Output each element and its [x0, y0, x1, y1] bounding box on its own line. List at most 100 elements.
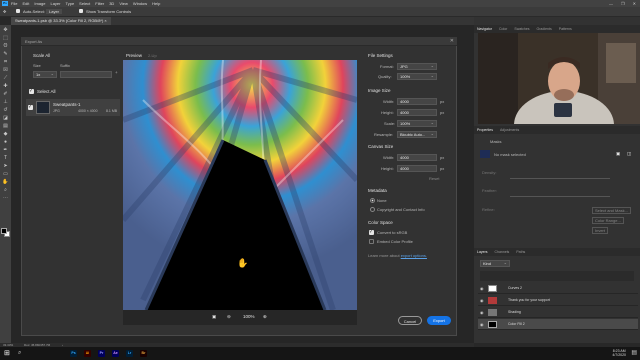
menu-image[interactable]: Image: [34, 1, 45, 6]
foreground-color-swatch[interactable]: [1, 228, 7, 234]
stamp-tool-icon[interactable]: ⊥: [2, 99, 9, 105]
invert-button[interactable]: Invert: [592, 227, 609, 234]
menu-filter[interactable]: Filter: [95, 1, 104, 6]
tab-channels[interactable]: Channels: [495, 250, 510, 254]
asset-checkbox[interactable]: [28, 104, 33, 110]
image-width-input[interactable]: 4000: [397, 98, 437, 105]
tab-swatches[interactable]: Swatches: [514, 27, 529, 31]
menu-edit[interactable]: Edit: [22, 1, 29, 6]
two-up-tab[interactable]: 2-Up: [148, 53, 157, 58]
brush-tool-icon[interactable]: ✐: [2, 91, 9, 97]
preview-tab[interactable]: Preview: [126, 53, 142, 58]
search-icon[interactable]: ⌕: [18, 350, 21, 357]
shape-tool-icon[interactable]: ▭: [2, 171, 9, 177]
gradient-tool-icon[interactable]: ▤: [2, 123, 9, 129]
resample-dropdown[interactable]: Bicubic Auto...: [397, 131, 437, 138]
eye-icon[interactable]: ◉: [480, 298, 484, 303]
taskbar-lightroom-icon[interactable]: Lr: [126, 350, 133, 357]
eraser-tool-icon[interactable]: ◪: [2, 115, 9, 121]
taskbar-illustrator-icon[interactable]: Ai: [84, 350, 91, 357]
layer-row-selected[interactable]: ◉ Color Fill 2: [478, 319, 638, 330]
menu-layer[interactable]: Layer: [50, 1, 60, 6]
suffix-input[interactable]: [60, 71, 112, 78]
zoom-in-icon[interactable]: ⊕: [263, 314, 267, 320]
taskbar-photoshop-icon[interactable]: Ps: [70, 350, 77, 357]
format-dropdown[interactable]: JPG: [397, 63, 437, 70]
layer-row[interactable]: ◉ Thank you for your support: [478, 295, 638, 306]
fit-screen-icon[interactable]: ▣: [212, 314, 216, 320]
menu-3d[interactable]: 3D: [109, 1, 114, 6]
eye-icon[interactable]: ◉: [480, 286, 484, 291]
path-select-tool-icon[interactable]: ➤: [2, 163, 9, 169]
more-tools-icon[interactable]: ⋯: [2, 195, 9, 201]
scale-size-dropdown[interactable]: 1x: [33, 71, 57, 78]
menu-type[interactable]: Type: [66, 1, 75, 6]
layer-row[interactable]: ◉ Shading: [478, 307, 638, 318]
system-clock[interactable]: 8:23 AM 4/7/2020: [612, 349, 626, 357]
taskbar-aftereffects-icon[interactable]: Ae: [112, 350, 119, 357]
density-slider[interactable]: [510, 178, 610, 179]
type-tool-icon[interactable]: T: [2, 155, 9, 161]
pen-tool-icon[interactable]: ✒: [2, 147, 9, 153]
quick-select-tool-icon[interactable]: ✎: [2, 51, 9, 57]
tab-navigator[interactable]: Navigator: [477, 27, 492, 31]
healing-tool-icon[interactable]: ✚: [2, 83, 9, 89]
reset-button[interactable]: Reset: [429, 176, 439, 181]
asset-row[interactable]: Sweatpants-1 JPG 4000 × 4000 8.1 MB: [26, 99, 120, 116]
canvas-width-input[interactable]: 4000: [397, 154, 437, 161]
lasso-tool-icon[interactable]: ʘ: [2, 43, 9, 49]
canvas-height-input[interactable]: 4000: [397, 165, 437, 172]
menu-help[interactable]: Help: [152, 1, 160, 6]
marquee-tool-icon[interactable]: ⬚: [2, 35, 9, 41]
frame-tool-icon[interactable]: ☒: [2, 67, 9, 73]
metadata-copyright-radio[interactable]: [370, 207, 375, 212]
maximize-button[interactable]: ❐: [621, 1, 625, 6]
document-tab[interactable]: Sweatpants-1.psb @ 33.3% (Color Fill 2, …: [11, 17, 111, 25]
quality-dropdown[interactable]: 100%: [397, 73, 437, 80]
export-button[interactable]: Export: [427, 316, 451, 325]
transform-controls-checkbox[interactable]: [79, 9, 83, 13]
metadata-none-radio[interactable]: [370, 198, 375, 203]
select-all-checkbox[interactable]: [29, 88, 34, 94]
menu-view[interactable]: View: [119, 1, 128, 6]
move-tool-icon[interactable]: ✥: [3, 9, 6, 14]
auto-select-dropdown[interactable]: Layer: [46, 9, 63, 14]
eye-icon[interactable]: ◉: [480, 310, 484, 315]
eyedropper-tool-icon[interactable]: ⟋: [2, 75, 9, 81]
zoom-out-icon[interactable]: ⊖: [227, 314, 231, 320]
tab-patterns[interactable]: Patterns: [559, 27, 572, 31]
taskbar-premiere-icon[interactable]: Pr: [98, 350, 105, 357]
menu-window[interactable]: Window: [133, 1, 147, 6]
export-options-link[interactable]: export options.: [401, 253, 427, 258]
tab-gradients[interactable]: Gradients: [537, 27, 552, 31]
hand-tool-icon[interactable]: ✋: [2, 179, 9, 185]
feather-slider[interactable]: [510, 196, 610, 197]
layer-row[interactable]: ◉ Curves 2: [478, 283, 638, 294]
history-brush-tool-icon[interactable]: ↺: [2, 107, 9, 113]
menu-select[interactable]: Select: [79, 1, 90, 6]
tab-paths[interactable]: Paths: [516, 250, 525, 254]
move-tool-icon[interactable]: ✥: [2, 27, 9, 33]
scale-dropdown[interactable]: 100%: [397, 120, 437, 127]
layer-filter-dropdown[interactable]: Kind: [480, 260, 510, 267]
tab-properties[interactable]: Properties: [477, 128, 493, 132]
convert-srgb-checkbox[interactable]: [369, 229, 374, 235]
tab-layers[interactable]: Layers: [477, 250, 488, 254]
embed-profile-checkbox[interactable]: [369, 239, 374, 244]
add-scale-icon[interactable]: +: [115, 70, 118, 75]
color-range-button[interactable]: Color Range...: [592, 217, 624, 224]
zoom-tool-icon[interactable]: ⌕: [2, 187, 9, 193]
crop-tool-icon[interactable]: ⌗: [2, 59, 9, 65]
dialog-close-icon[interactable]: ✕: [450, 38, 454, 44]
menu-file[interactable]: File: [11, 1, 17, 6]
add-pixel-mask-icon[interactable]: ▣: [616, 151, 620, 157]
dodge-tool-icon[interactable]: ●: [2, 139, 9, 145]
select-and-mask-button[interactable]: Select and Mask...: [592, 207, 631, 214]
minimize-button[interactable]: —: [609, 1, 613, 6]
taskbar-bridge-icon[interactable]: Br: [140, 350, 147, 357]
eye-icon[interactable]: ◉: [480, 322, 484, 327]
image-height-input[interactable]: 4000: [397, 109, 437, 116]
cancel-button[interactable]: Cancel: [398, 316, 422, 325]
close-button[interactable]: ✕: [633, 1, 636, 6]
add-vector-mask-icon[interactable]: ◫: [627, 151, 631, 157]
